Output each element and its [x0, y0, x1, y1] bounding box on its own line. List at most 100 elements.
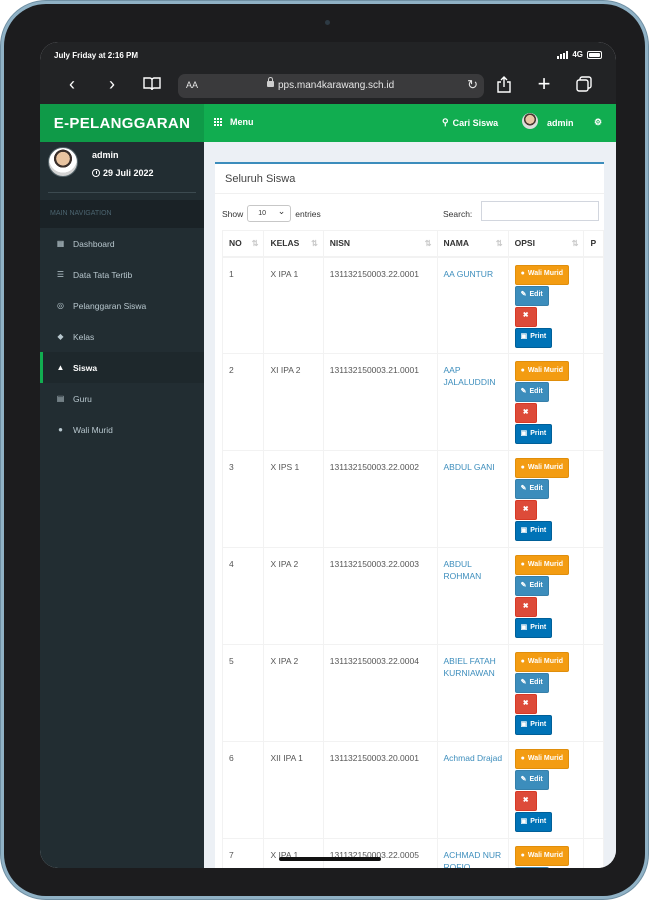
- student-table: NO ⇅ KELAS ⇅ NISN ⇅ NAMA ⇅ OPSI ⇅ P 1X IPA 11…: [221, 230, 604, 868]
- cell-opsi: ●Wali Murid✎Edit✖▣Print: [507, 741, 585, 839]
- grid-icon: [214, 118, 222, 126]
- delete-button[interactable]: ✖: [514, 403, 537, 423]
- entries-control: Show 10 entries: [222, 205, 321, 222]
- user-icon: ●: [520, 851, 525, 859]
- back-icon[interactable]: ‹: [60, 72, 84, 96]
- wali-murid-button[interactable]: ● Wali Murid: [514, 555, 569, 575]
- sidebar-item-kelas[interactable]: ◆ Kelas: [40, 321, 204, 352]
- action-buttons: ●Wali Murid✎Edit ✖ ▣Print: [514, 555, 584, 639]
- print-icon: ▣: [520, 333, 528, 341]
- action-buttons: ●Wali Murid✎Edit ✖ ▣Print: [514, 749, 584, 833]
- address-bar[interactable]: AA pps.man4karawang.sch.id ↻: [178, 74, 484, 98]
- user-icon: ●: [520, 366, 525, 374]
- wali-murid-button[interactable]: ● Wali Murid: [514, 846, 569, 866]
- forward-icon[interactable]: ›: [100, 72, 124, 96]
- student-name-link[interactable]: AAP JALALUDDIN: [444, 364, 508, 389]
- delete-button[interactable]: ✖: [514, 694, 537, 714]
- search-student-link[interactable]: ⚲ Cari Siswa: [442, 117, 498, 128]
- edit-button[interactable]: ✎Edit: [514, 479, 549, 499]
- status-time: July Friday at 2:16 PM: [54, 51, 139, 60]
- delete-button[interactable]: ✖: [514, 500, 537, 520]
- tablet-screen: July Friday at 2:16 PM 4G ‹ › AA pps.man…: [40, 42, 616, 868]
- cell-no: 4: [221, 547, 265, 645]
- pencil-icon: ✎: [520, 581, 527, 589]
- sidebar-item-wali-murid[interactable]: ● Wali Murid: [40, 414, 204, 445]
- delete-button[interactable]: ✖: [514, 306, 537, 327]
- box-title: Seluruh Siswa: [225, 173, 296, 185]
- nav-header: MAIN NAVIGATION: [40, 200, 204, 228]
- cell-kelas: X IPS 1: [263, 450, 324, 548]
- cell-no: 5: [221, 644, 265, 742]
- print-icon: ▣: [520, 429, 528, 437]
- column-header-opsi[interactable]: OPSI ⇅: [507, 230, 585, 258]
- wali-murid-button[interactable]: ● Wali Murid: [514, 652, 569, 672]
- reader-icon[interactable]: [140, 72, 164, 96]
- gear-icon[interactable]: ⚙: [594, 117, 602, 128]
- delete-button[interactable]: ✖: [514, 597, 537, 617]
- tabs-icon[interactable]: [572, 72, 596, 96]
- menu-toggle[interactable]: Menu: [214, 117, 254, 127]
- table-icon: ▤: [56, 394, 65, 403]
- print-button[interactable]: ▣ Print: [514, 424, 553, 444]
- column-header-p[interactable]: P: [583, 230, 604, 258]
- column-header-nama[interactable]: NAMA ⇅: [436, 230, 509, 258]
- edit-button[interactable]: ✎Edit: [514, 867, 549, 868]
- column-header-nisn[interactable]: NISN ⇅: [322, 230, 438, 258]
- pencil-icon: ✎: [520, 484, 527, 492]
- sidebar-item-dashboard[interactable]: ▦ Dashboard: [40, 228, 204, 259]
- tablet-frame: July Friday at 2:16 PM 4G ‹ › AA pps.man…: [4, 4, 645, 896]
- student-name-link[interactable]: ACHMAD NUR ROFIQ: [444, 849, 508, 868]
- entries-select[interactable]: 10: [247, 205, 292, 222]
- column-header-kelas[interactable]: KELAS ⇅: [263, 230, 324, 258]
- action-buttons: ●Wali Murid✎Edit ✖ ▣Print: [514, 458, 584, 542]
- reload-icon[interactable]: ↻: [467, 77, 478, 93]
- close-icon: ✖: [522, 699, 529, 707]
- student-name-link[interactable]: AA GUNTUR: [444, 268, 508, 280]
- edit-button[interactable]: ✎Edit: [514, 576, 549, 596]
- print-button[interactable]: ▣ Print: [514, 812, 553, 832]
- delete-button[interactable]: ✖: [514, 791, 537, 811]
- app-logo[interactable]: E-PELANGGARAN: [40, 104, 204, 142]
- wali-murid-button[interactable]: ● Wali Murid: [514, 361, 569, 381]
- print-button[interactable]: ▣ Print: [514, 327, 553, 348]
- search-input[interactable]: [481, 201, 599, 221]
- cell-p: [583, 741, 604, 839]
- column-header-no[interactable]: NO ⇅: [221, 230, 265, 258]
- wali-murid-button[interactable]: ● Wali Murid: [514, 264, 569, 285]
- cell-no: 2: [221, 353, 265, 451]
- user-menu[interactable]: admin: [522, 113, 574, 129]
- cell-nama: ABDUL ROHMAN: [436, 547, 509, 645]
- text-size-button[interactable]: AA: [186, 80, 198, 90]
- table-row: 6 XII IPA 1 131132150003.20.0001 Achmad Dra…: [221, 741, 604, 839]
- print-icon: ▣: [520, 817, 528, 825]
- edit-button[interactable]: ✎Edit: [514, 770, 549, 790]
- print-button[interactable]: ▣ Print: [514, 715, 553, 735]
- edit-button[interactable]: ✎Edit: [514, 673, 549, 693]
- close-icon: ✖: [522, 312, 529, 320]
- new-tab-icon[interactable]: +: [532, 71, 556, 96]
- sidebar-item-label: Data Tata Tertib: [73, 269, 133, 280]
- sidebar-item-data-tata-tertib[interactable]: ☰ Data Tata Tertib: [40, 259, 204, 290]
- tag-icon: ◆: [57, 332, 64, 341]
- edit-button[interactable]: ✎Edit: [514, 285, 549, 306]
- cell-nisn: 131132150003.22.0004: [322, 644, 438, 742]
- front-camera: [325, 20, 330, 25]
- sidebar-item-label: Kelas: [73, 331, 95, 342]
- home-indicator[interactable]: [279, 857, 381, 861]
- cell-opsi: ●Wali Murid✎Edit✖▣Print: [507, 838, 585, 868]
- cell-nisn: 131132150003.22.0005: [322, 838, 438, 868]
- sidebar-item-siswa[interactable]: ▲ Siswa: [40, 352, 204, 383]
- share-icon[interactable]: [492, 72, 516, 96]
- student-name-link[interactable]: ABIEL FATAH KURNIAWAN: [444, 655, 508, 680]
- wali-murid-button[interactable]: ● Wali Murid: [514, 749, 569, 769]
- sidebar-item-pelanggaran-siswa[interactable]: ◎ Pelanggaran Siswa: [40, 290, 204, 321]
- wali-murid-button[interactable]: ● Wali Murid: [514, 458, 569, 478]
- edit-button[interactable]: ✎Edit: [514, 382, 549, 402]
- print-button[interactable]: ▣ Print: [514, 618, 553, 638]
- student-name-link[interactable]: Achmad Drajad: [444, 752, 508, 764]
- print-button[interactable]: ▣ Print: [514, 521, 553, 541]
- student-name-link[interactable]: ABDUL ROHMAN: [444, 558, 508, 583]
- sidebar-item-guru[interactable]: ▤ Guru: [40, 383, 204, 414]
- student-name-link[interactable]: ABDUL GANI: [444, 461, 508, 473]
- sort-icon: ⇅: [495, 239, 503, 248]
